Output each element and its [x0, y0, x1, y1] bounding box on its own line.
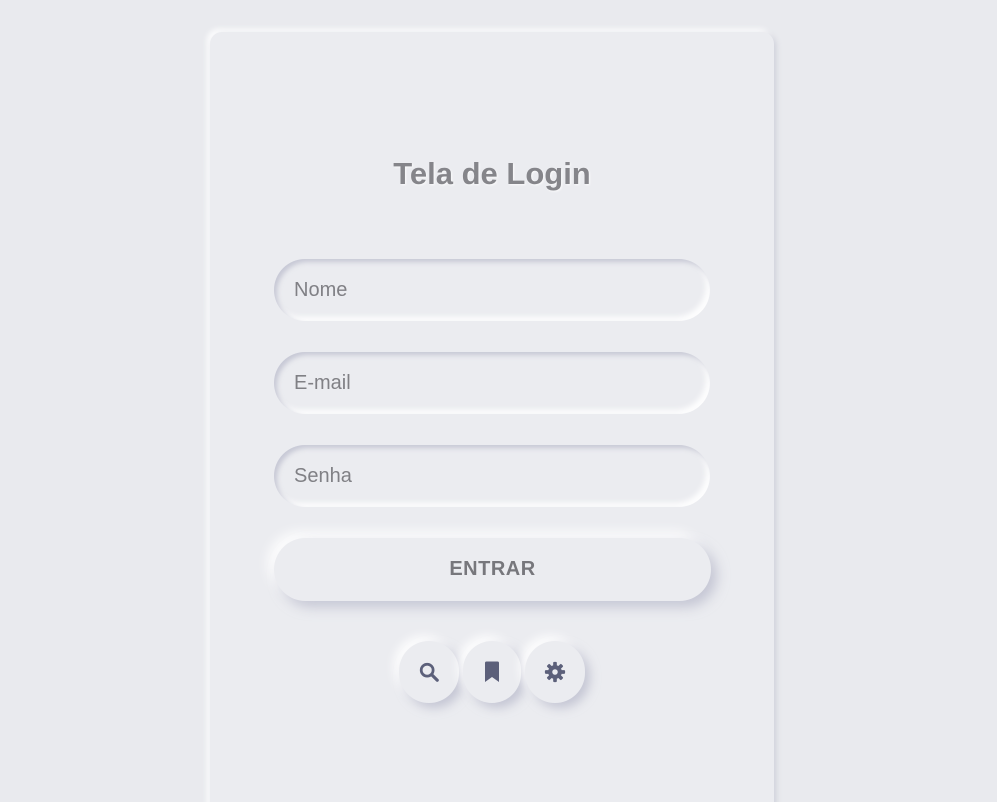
page-title: Tela de Login [393, 156, 591, 191]
password-field-wrapper [274, 445, 710, 507]
name-field[interactable] [274, 259, 710, 321]
gear-icon [544, 661, 566, 683]
search-icon [418, 661, 440, 683]
login-card: Tela de Login ENTRAR [210, 32, 774, 802]
email-field-wrapper [274, 352, 710, 414]
settings-button[interactable] [525, 641, 585, 703]
bookmark-icon [483, 661, 501, 683]
email-field[interactable] [274, 352, 710, 414]
password-field[interactable] [274, 445, 710, 507]
bookmark-button[interactable] [463, 641, 521, 703]
login-button[interactable]: ENTRAR [274, 538, 711, 601]
icon-button-row [210, 641, 774, 703]
search-button[interactable] [399, 641, 459, 703]
page: Tela de Login ENTRAR [0, 0, 997, 802]
name-field-wrapper [274, 259, 710, 321]
